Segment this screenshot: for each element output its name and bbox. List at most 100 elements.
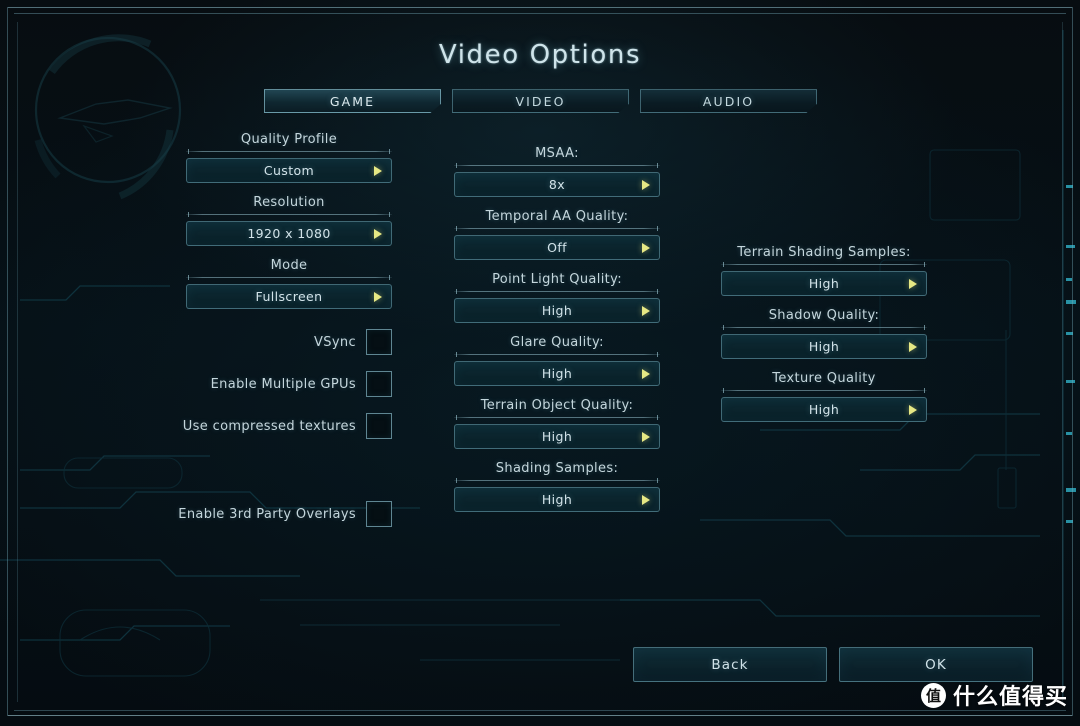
separator-line <box>721 262 927 267</box>
triangle-right-icon[interactable] <box>909 278 917 289</box>
back-button[interactable]: Back <box>633 647 827 682</box>
triangle-right-icon[interactable] <box>909 341 917 352</box>
setting-quality-profile-label: Quality Profile <box>240 132 338 147</box>
settings-column-middle: MSAA: 8x Temporal AA Quality: Off Point … <box>454 146 660 512</box>
setting-shading-samples-label: Shading Samples: <box>495 461 619 476</box>
setting-shading-samples: Shading Samples: High <box>454 461 660 512</box>
frame-left-line-inner <box>17 22 18 702</box>
page-title: Video Options <box>438 40 642 70</box>
triangle-right-icon[interactable] <box>909 404 917 415</box>
dropdown-glare-quality-value: High <box>541 366 573 381</box>
frame-left-line-outer <box>7 7 8 716</box>
triangle-right-icon[interactable] <box>374 165 382 176</box>
dropdown-shadow-quality-value: High <box>808 339 840 354</box>
checkbox-row-vsync[interactable]: VSync <box>186 327 392 357</box>
checkbox-multiple-gpus[interactable] <box>366 371 392 397</box>
dropdown-point-light-quality[interactable]: High <box>454 298 660 323</box>
dropdown-texture-quality[interactable]: High <box>721 397 927 422</box>
setting-terrain-shading-samples-label: Terrain Shading Samples: <box>737 245 911 260</box>
tab-video[interactable]: VIDEO <box>452 89 629 113</box>
triangle-right-icon[interactable] <box>642 242 650 253</box>
frame-bottom-line-outer <box>8 715 1072 716</box>
checkbox-row-third-party-overlays[interactable]: Enable 3rd Party Overlays <box>178 499 392 529</box>
checkbox-row-multiple-gpus[interactable]: Enable Multiple GPUs <box>186 369 392 399</box>
setting-point-light-quality: Point Light Quality: High <box>454 272 660 323</box>
ok-button[interactable]: OK <box>839 647 1033 682</box>
dropdown-resolution-value: 1920 x 1080 <box>247 226 331 241</box>
dropdown-shading-samples[interactable]: High <box>454 487 660 512</box>
triangle-right-icon[interactable] <box>642 431 650 442</box>
triangle-right-icon[interactable] <box>374 228 382 239</box>
dropdown-texture-quality-value: High <box>808 402 840 417</box>
tab-audio-label: AUDIO <box>702 93 755 109</box>
setting-terrain-object-quality-label: Terrain Object Quality: <box>480 398 634 413</box>
separator-line <box>721 325 927 330</box>
checkbox-third-party-overlays[interactable] <box>366 501 392 527</box>
dropdown-terrain-object-quality[interactable]: High <box>454 424 660 449</box>
frame-bottom-line-inner <box>14 710 1066 711</box>
setting-texture-quality-label: Texture Quality <box>772 371 876 386</box>
frame-right-line-outer <box>1072 7 1073 716</box>
checkbox-multiple-gpus-label: Enable Multiple GPUs <box>210 376 356 392</box>
triangle-right-icon[interactable] <box>374 291 382 302</box>
settings-column-right: Terrain Shading Samples: High Shadow Qua… <box>721 245 927 422</box>
dropdown-terrain-object-quality-value: High <box>541 429 573 444</box>
dropdown-msaa-value: 8x <box>548 177 566 192</box>
triangle-right-icon[interactable] <box>642 494 650 505</box>
setting-terrain-object-quality: Terrain Object Quality: High <box>454 398 660 449</box>
setting-mode-label: Mode <box>270 258 308 273</box>
tab-game[interactable]: GAME <box>264 89 441 113</box>
checkbox-vsync-label: VSync <box>314 334 356 350</box>
setting-msaa: MSAA: 8x <box>454 146 660 197</box>
tab-game-label: GAME <box>329 93 376 109</box>
separator-line <box>454 289 660 294</box>
setting-glare-quality: Glare Quality: High <box>454 335 660 386</box>
checkbox-compressed-textures-label: Use compressed textures <box>182 418 356 434</box>
separator-line <box>454 415 660 420</box>
dropdown-mode[interactable]: Fullscreen <box>186 284 392 309</box>
tab-audio[interactable]: AUDIO <box>640 89 817 113</box>
dropdown-resolution[interactable]: 1920 x 1080 <box>186 221 392 246</box>
checkbox-row-compressed-textures[interactable]: Use compressed textures <box>182 411 392 441</box>
dropdown-quality-profile-value: Custom <box>263 163 315 178</box>
setting-mode: Mode Fullscreen <box>186 258 392 309</box>
separator-line <box>454 226 660 231</box>
footer-button-row: Back OK <box>633 647 1033 682</box>
setting-glare-quality-label: Glare Quality: <box>510 335 604 350</box>
watermark: 值 什么值得买 <box>920 679 1068 711</box>
checkbox-vsync[interactable] <box>366 329 392 355</box>
dropdown-glare-quality[interactable]: High <box>454 361 660 386</box>
dropdown-temporal-aa-quality[interactable]: Off <box>454 235 660 260</box>
setting-resolution: Resolution 1920 x 1080 <box>186 195 392 246</box>
setting-msaa-label: MSAA: <box>535 146 579 161</box>
watermark-badge: 值 <box>920 682 946 708</box>
video-options-screen: Video Options GAME VIDEO AUDIO Quality P… <box>0 0 1080 726</box>
dropdown-quality-profile[interactable]: Custom <box>186 158 392 183</box>
dropdown-temporal-aa-quality-value: Off <box>547 240 567 255</box>
ok-button-label: OK <box>925 656 947 673</box>
frame-top-line-outer <box>8 7 1072 8</box>
dropdown-terrain-shading-samples[interactable]: High <box>721 271 927 296</box>
dropdown-terrain-shading-samples-value: High <box>808 276 840 291</box>
frame-right-line-inner <box>1062 22 1063 702</box>
watermark-text: 什么值得买 <box>952 685 1068 710</box>
dropdown-msaa[interactable]: 8x <box>454 172 660 197</box>
triangle-right-icon[interactable] <box>642 305 650 316</box>
checkbox-compressed-textures[interactable] <box>366 413 392 439</box>
dropdown-shadow-quality[interactable]: High <box>721 334 927 359</box>
back-button-label: Back <box>711 656 749 673</box>
setting-shadow-quality-label: Shadow Quality: <box>768 308 880 323</box>
setting-texture-quality: Texture Quality High <box>721 371 927 422</box>
triangle-right-icon[interactable] <box>642 368 650 379</box>
setting-temporal-aa-quality-label: Temporal AA Quality: <box>485 209 629 224</box>
triangle-right-icon[interactable] <box>642 179 650 190</box>
